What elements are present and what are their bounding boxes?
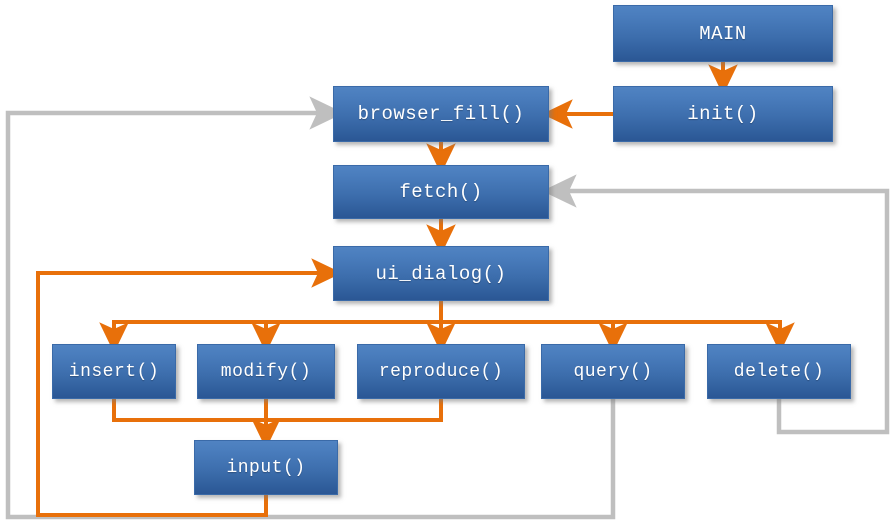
node-ui-dialog[interactable]: ui_dialog() — [333, 246, 549, 301]
node-main-label: MAIN — [699, 22, 747, 45]
node-browser-fill-label: browser_fill() — [357, 103, 525, 125]
node-modify[interactable]: modify() — [197, 344, 335, 399]
node-fetch-label: fetch() — [399, 181, 483, 203]
node-reproduce[interactable]: reproduce() — [357, 344, 525, 399]
node-insert-label: insert() — [68, 361, 160, 382]
edge-operations-to-input — [112, 397, 443, 450]
node-query[interactable]: query() — [541, 344, 685, 399]
node-delete-label: delete() — [733, 361, 825, 382]
node-init-label: init() — [687, 103, 759, 125]
node-insert[interactable]: insert() — [52, 344, 176, 399]
node-modify-label: modify() — [220, 361, 312, 382]
flowchart-diagram: MAIN init() browser_fill() fetch() ui_di… — [0, 0, 894, 531]
edge-ui-dialog-fanout — [99, 301, 795, 354]
node-input-label: input() — [226, 457, 306, 478]
node-delete[interactable]: delete() — [707, 344, 851, 399]
node-reproduce-label: reproduce() — [378, 361, 504, 382]
node-browser-fill[interactable]: browser_fill() — [333, 86, 549, 142]
node-query-label: query() — [573, 361, 653, 382]
node-input[interactable]: input() — [194, 440, 338, 495]
node-main[interactable]: MAIN — [613, 5, 833, 62]
node-ui-dialog-label: ui_dialog() — [375, 262, 507, 285]
node-init[interactable]: init() — [613, 86, 833, 142]
node-fetch[interactable]: fetch() — [333, 165, 549, 219]
